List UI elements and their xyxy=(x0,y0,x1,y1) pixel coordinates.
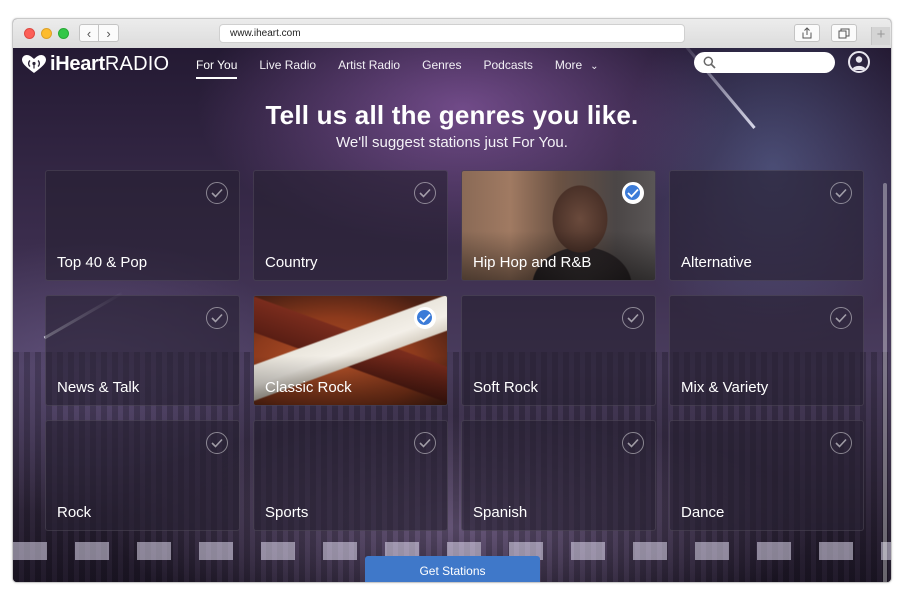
checkmark-icon xyxy=(414,182,436,204)
genre-tile-hip-hop-rnb[interactable]: Hip Hop and R&B xyxy=(461,170,656,281)
user-avatar-button[interactable] xyxy=(848,51,870,73)
main-nav: For You Live Radio Artist Radio Genres P… xyxy=(196,58,621,79)
page-subtitle: We'll suggest stations just For You. xyxy=(336,134,568,151)
genre-label: Spanish xyxy=(473,504,528,521)
share-button[interactable] xyxy=(794,24,820,42)
genre-label: Country xyxy=(265,254,318,271)
genre-tile-news-talk[interactable]: News & Talk xyxy=(45,295,240,406)
checkmark-icon xyxy=(206,307,228,329)
plus-icon: + xyxy=(876,26,886,43)
user-icon xyxy=(852,56,866,70)
genre-tile-top-40-pop[interactable]: Top 40 & Pop xyxy=(45,170,240,281)
nav-live-radio[interactable]: Live Radio xyxy=(259,58,316,79)
address-bar[interactable]: www.iheart.com xyxy=(219,24,685,43)
tabs-button[interactable] xyxy=(831,24,857,42)
genre-label: News & Talk xyxy=(57,379,140,396)
nav-more-label: More xyxy=(554,58,583,72)
search-input[interactable] xyxy=(694,52,835,73)
genre-tile-country[interactable]: Country xyxy=(253,170,448,281)
page-title: Tell us all the genres you like. xyxy=(265,100,639,130)
new-tab-button[interactable]: + xyxy=(871,27,890,45)
forward-button[interactable]: › xyxy=(99,24,119,42)
genre-label: Alternative xyxy=(681,254,752,271)
close-window-button[interactable] xyxy=(24,28,35,39)
genre-label: Dance xyxy=(681,504,725,521)
get-stations-button[interactable]: Get Stations xyxy=(365,556,540,582)
nav-genres[interactable]: Genres xyxy=(422,58,461,79)
page-viewport: iHeart RADIO For You Live Radio Artist Ra… xyxy=(13,48,891,582)
iheartradio-logo[interactable]: iHeart RADIO xyxy=(21,53,169,75)
genre-label: Soft Rock xyxy=(473,379,539,396)
zoom-window-button[interactable] xyxy=(58,28,69,39)
genre-label: Hip Hop and R&B xyxy=(473,254,592,271)
browser-window: ‹ › www.iheart.com + iHeart RADIO For Yo… xyxy=(12,18,892,583)
checkmark-icon xyxy=(622,307,644,329)
genre-tile-alternative[interactable]: Alternative xyxy=(669,170,864,281)
checkmark-icon xyxy=(206,432,228,454)
checkmark-icon xyxy=(414,432,436,454)
checkmark-selected-icon xyxy=(622,182,644,204)
genre-label: Top 40 & Pop xyxy=(57,254,148,271)
tabs-icon xyxy=(838,28,850,39)
checkmark-icon xyxy=(830,182,852,204)
genre-label: Mix & Variety xyxy=(681,379,769,396)
nav-for-you[interactable]: For You xyxy=(196,58,238,79)
browser-toolbar: ‹ › www.iheart.com + xyxy=(13,19,891,49)
logo-text-iheart: iHeart xyxy=(50,52,105,75)
genre-tile-classic-rock[interactable]: Classic Rock xyxy=(253,295,448,406)
checkmark-icon xyxy=(622,432,644,454)
genre-tile-sports[interactable]: Sports xyxy=(253,420,448,531)
back-button[interactable]: ‹ xyxy=(79,24,99,42)
checkmark-icon xyxy=(830,307,852,329)
iheart-logo-icon xyxy=(22,55,46,73)
url-text: www.iheart.com xyxy=(230,28,301,39)
genre-label: Classic Rock xyxy=(265,379,352,396)
chevron-right-icon: › xyxy=(106,26,111,41)
genre-label: Sports xyxy=(265,504,309,521)
genre-label: Rock xyxy=(57,504,92,521)
search-icon xyxy=(703,56,716,69)
logo-text-radio: RADIO xyxy=(104,52,170,75)
genre-tile-spanish[interactable]: Spanish xyxy=(461,420,656,531)
nav-podcasts[interactable]: Podcasts xyxy=(483,58,532,79)
nav-artist-radio[interactable]: Artist Radio xyxy=(338,58,400,79)
genre-tile-soft-rock[interactable]: Soft Rock xyxy=(461,295,656,406)
genre-tile-mix-variety[interactable]: Mix & Variety xyxy=(669,295,864,406)
chevron-down-icon: ⌄ xyxy=(590,61,599,72)
genre-tile-dance[interactable]: Dance xyxy=(669,420,864,531)
page-scrollbar[interactable] xyxy=(883,183,887,582)
genre-tile-rock[interactable]: Rock xyxy=(45,420,240,531)
checkmark-selected-icon xyxy=(414,307,436,329)
checkmark-icon xyxy=(830,432,852,454)
nav-more[interactable]: More ⌄ xyxy=(555,58,599,79)
minimize-window-button[interactable] xyxy=(41,28,52,39)
site-header: iHeart RADIO For You Live Radio Artist Ra… xyxy=(13,48,891,82)
checkmark-icon xyxy=(206,182,228,204)
share-icon xyxy=(802,27,812,39)
chevron-left-icon: ‹ xyxy=(86,26,92,41)
